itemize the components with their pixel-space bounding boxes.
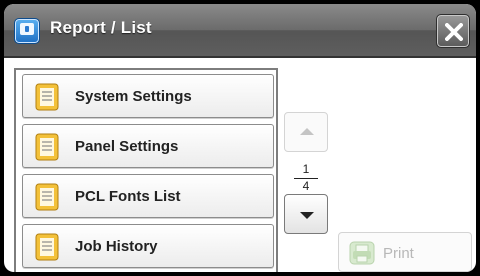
close-button[interactable]: [436, 14, 470, 48]
chevron-down-icon: [300, 212, 314, 219]
print-button[interactable]: Print: [338, 232, 472, 272]
document-icon: [35, 83, 59, 111]
list-item-pcl-fonts-list[interactable]: PCL Fonts List: [22, 174, 274, 218]
report-list-app-icon: [14, 18, 40, 44]
list-item-label: Job History: [75, 238, 158, 255]
current-page: 1: [302, 162, 310, 176]
window-title: Report / List: [50, 18, 152, 37]
page-up-button[interactable]: [284, 112, 328, 152]
print-label: Print: [383, 245, 414, 262]
close-icon: [445, 23, 463, 41]
list-item-system-settings[interactable]: System Settings: [22, 74, 274, 118]
list-item-label: PCL Fonts List: [75, 188, 181, 205]
list-item-panel-settings[interactable]: Panel Settings: [22, 124, 274, 168]
report-list-dialog: Report / List System Settings Panel Sett…: [4, 4, 476, 272]
printer-icon: [349, 241, 375, 265]
chevron-up-icon: [300, 128, 314, 135]
list-item-job-history[interactable]: Job History: [22, 224, 274, 268]
list-item-label: System Settings: [75, 88, 192, 105]
report-list: System Settings Panel Settings PCL Fonts…: [14, 68, 278, 272]
document-icon: [35, 133, 59, 161]
title-bar: Report / List: [4, 4, 476, 58]
total-pages: 4: [302, 179, 310, 193]
list-item-label: Panel Settings: [75, 138, 179, 155]
document-icon: [35, 183, 59, 211]
page-down-button[interactable]: [284, 194, 328, 234]
document-icon: [35, 233, 59, 261]
